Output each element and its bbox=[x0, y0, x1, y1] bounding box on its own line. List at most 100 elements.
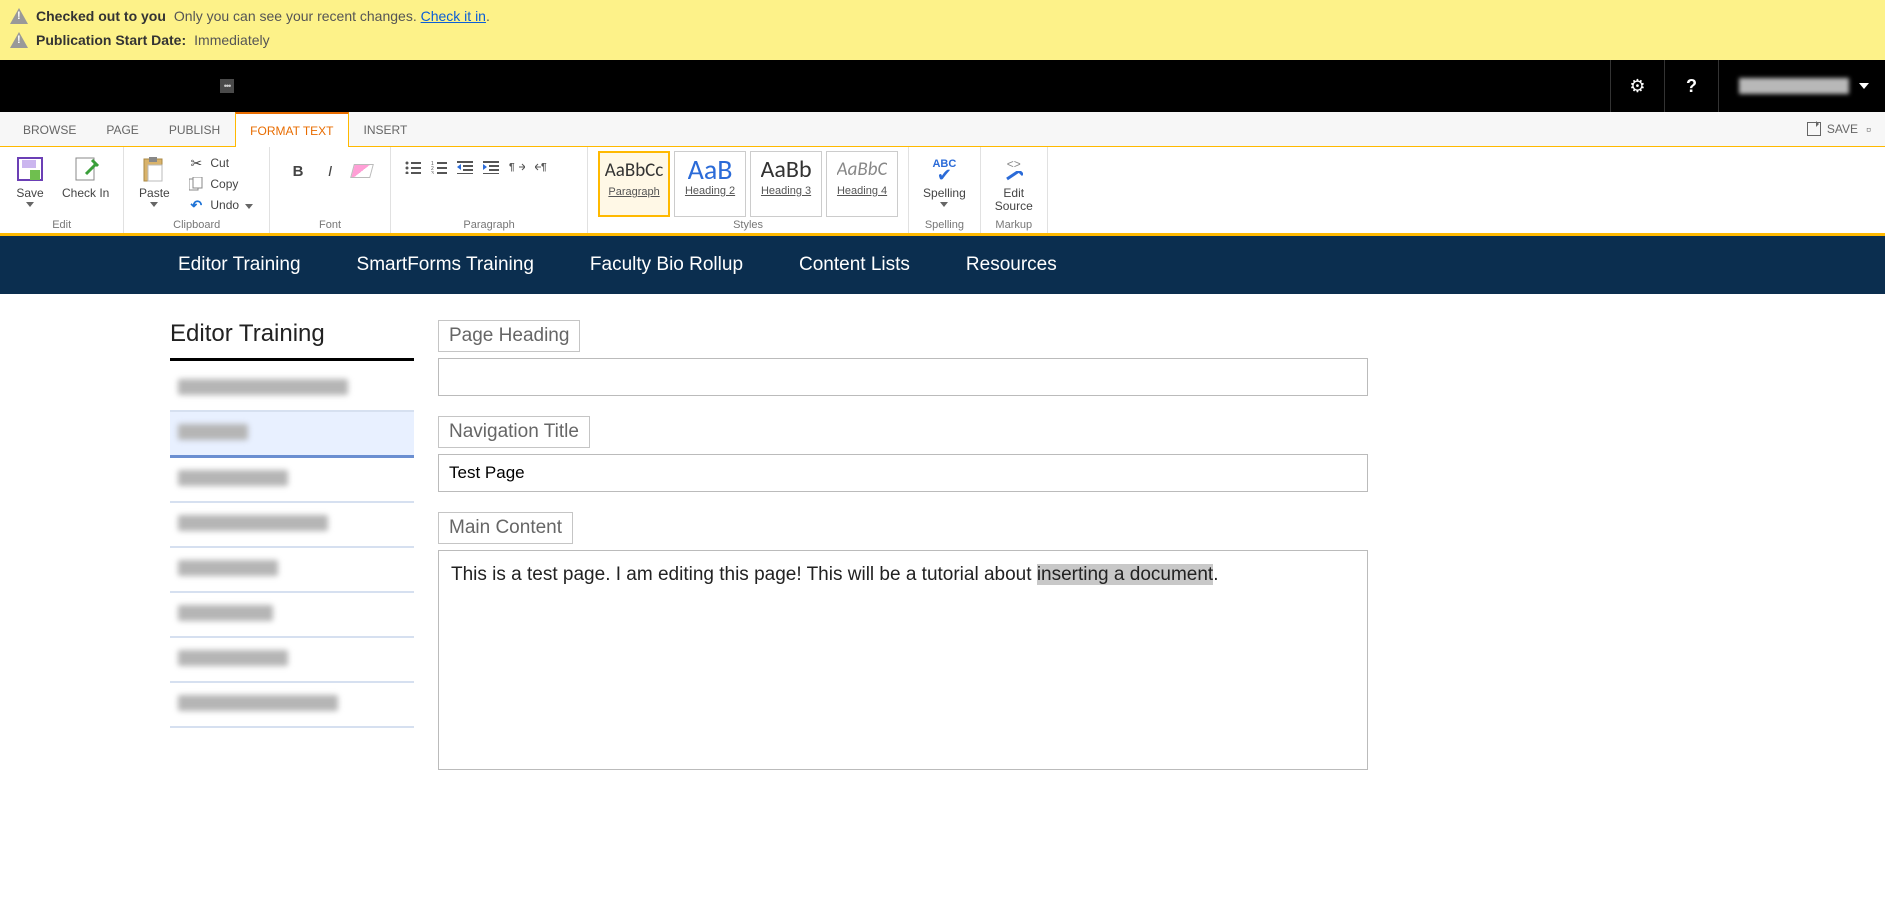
help-icon: ? bbox=[1686, 76, 1697, 97]
sidebar-item[interactable] bbox=[170, 683, 414, 728]
page-heading-label: Page Heading bbox=[438, 320, 580, 352]
chevron-down-icon bbox=[26, 202, 34, 207]
page-heading-input[interactable] bbox=[438, 358, 1368, 396]
outdent-button[interactable] bbox=[453, 157, 477, 177]
ribbon-group-clipboard: Paste ✂ Cut Copy ↶ Undo bbox=[124, 147, 270, 233]
ribbon-tab-browse[interactable]: BROWSE bbox=[8, 112, 91, 146]
checkout-subtext: Only you can see your recent changes. bbox=[174, 8, 417, 24]
ribbon-tab-publish[interactable]: PUBLISH bbox=[154, 112, 235, 146]
nav-item-faculty-bio-rollup[interactable]: Faculty Bio Rollup bbox=[582, 236, 751, 294]
save-label: SAVE bbox=[1827, 122, 1858, 136]
save-button[interactable]: Save bbox=[8, 151, 52, 211]
ribbon-tab-page[interactable]: PAGE bbox=[91, 112, 153, 146]
cut-button[interactable]: ✂ Cut bbox=[184, 153, 257, 173]
sidebar-item-label bbox=[178, 379, 348, 395]
sidebar-item[interactable] bbox=[170, 593, 414, 638]
main-content-editor[interactable]: This is a test page. I am editing this p… bbox=[438, 550, 1368, 770]
sidebar-item-label bbox=[178, 605, 273, 621]
pub-start-label: Publication Start Date: bbox=[36, 32, 186, 48]
italic-button[interactable]: I bbox=[316, 159, 344, 183]
sidebar-item-label bbox=[178, 424, 248, 440]
chevron-down-icon bbox=[150, 202, 158, 207]
spelling-button[interactable]: ABC ✔ Spelling bbox=[917, 151, 972, 211]
ellipsis-icon[interactable]: ••• bbox=[220, 79, 234, 93]
main-content-label: Main Content bbox=[438, 512, 573, 544]
ribbon-group-spelling: ABC ✔ Spelling Spelling bbox=[909, 147, 981, 233]
user-name bbox=[1739, 78, 1849, 94]
sidebar-item[interactable] bbox=[170, 458, 414, 503]
notification-bar: Checked out to you Only you can see your… bbox=[0, 0, 1885, 60]
ribbon-tab-insert[interactable]: INSERT bbox=[349, 112, 423, 146]
source-icon: <> bbox=[998, 155, 1030, 183]
bullets-icon bbox=[405, 160, 421, 174]
navigation-title-label: Navigation Title bbox=[438, 416, 590, 448]
help-button[interactable]: ? bbox=[1664, 60, 1718, 112]
nav-item-editor-training[interactable]: Editor Training bbox=[170, 236, 309, 294]
indent-button[interactable] bbox=[479, 157, 503, 177]
rtl-icon: ¶ bbox=[535, 160, 551, 174]
scissors-icon: ✂ bbox=[188, 155, 204, 171]
chevron-down-icon bbox=[1859, 83, 1869, 89]
sidebar-item-label bbox=[178, 560, 278, 576]
bold-button[interactable]: B bbox=[284, 159, 312, 183]
content-text-selected: inserting a document bbox=[1037, 564, 1213, 585]
copy-button[interactable]: Copy bbox=[184, 174, 257, 194]
clipboard-icon bbox=[138, 155, 170, 183]
nav-item-resources[interactable]: Resources bbox=[958, 236, 1065, 294]
user-menu[interactable] bbox=[1718, 60, 1885, 112]
nav-item-content-lists[interactable]: Content Lists bbox=[791, 236, 918, 294]
style-paragraph[interactable]: AaBbCcParagraph bbox=[598, 151, 670, 217]
numbered-list-button[interactable]: 123 bbox=[427, 157, 451, 177]
sidebar-item[interactable] bbox=[170, 412, 414, 458]
sidebar-item[interactable] bbox=[170, 548, 414, 593]
check-it-in-link[interactable]: Check it in bbox=[421, 8, 486, 24]
ribbon-group-paragraph: 123 ¶ ¶ Paragraph bbox=[391, 147, 588, 233]
ribbon-tab-row: BROWSEPAGEPUBLISHFORMAT TEXTINSERT SAVE … bbox=[0, 112, 1885, 147]
gear-icon: ⚙ bbox=[1629, 76, 1645, 97]
ribbon-group-markup: <> Edit Source Markup bbox=[981, 147, 1048, 233]
paste-button[interactable]: Paste bbox=[132, 151, 176, 211]
main-editor: Page Heading Navigation Title Main Conte… bbox=[438, 294, 1368, 770]
ribbon-group-font: B I Font bbox=[270, 147, 391, 233]
chevron-down-icon bbox=[245, 204, 253, 209]
indent-icon bbox=[483, 160, 499, 174]
chevron-down-icon bbox=[940, 202, 948, 207]
edit-source-button[interactable]: <> Edit Source bbox=[989, 151, 1039, 217]
collapse-ribbon-button[interactable]: ▫ bbox=[1866, 121, 1871, 137]
sidebar-item[interactable] bbox=[170, 367, 414, 412]
settings-button[interactable]: ⚙ bbox=[1610, 60, 1664, 112]
sidebar-item[interactable] bbox=[170, 503, 414, 548]
sidebar-item-label bbox=[178, 515, 328, 531]
svg-text:3: 3 bbox=[431, 171, 434, 174]
style-heading-3[interactable]: AaBbHeading 3 bbox=[750, 151, 822, 217]
style-heading-4[interactable]: AaBbCHeading 4 bbox=[826, 151, 898, 217]
outdent-icon bbox=[457, 160, 473, 174]
clear-formatting-button[interactable] bbox=[348, 159, 376, 183]
ribbon-tab-format-text[interactable]: FORMAT TEXT bbox=[235, 112, 348, 147]
ribbon-toolbar: Save Check In Edit Paste bbox=[0, 147, 1885, 236]
svg-text:¶: ¶ bbox=[541, 162, 547, 173]
undo-button[interactable]: ↶ Undo bbox=[184, 195, 257, 215]
content-text-pre: This is a test page. I am editing this p… bbox=[451, 564, 1037, 585]
nav-item-smartforms-training[interactable]: SmartForms Training bbox=[349, 236, 542, 294]
warning-icon bbox=[10, 8, 28, 24]
rtl-button[interactable]: ¶ bbox=[531, 157, 555, 177]
style-heading-2[interactable]: AaBHeading 2 bbox=[674, 151, 746, 217]
ribbon-group-styles: AaBbCcParagraphAaBHeading 2AaBbHeading 3… bbox=[588, 147, 909, 233]
spellcheck-icon: ABC ✔ bbox=[928, 155, 960, 183]
svg-text:¶: ¶ bbox=[509, 162, 515, 173]
bullet-list-button[interactable] bbox=[401, 157, 425, 177]
ltr-icon: ¶ bbox=[509, 160, 525, 174]
save-disk-icon bbox=[14, 155, 46, 183]
undo-icon: ↶ bbox=[188, 197, 204, 213]
ltr-button[interactable]: ¶ bbox=[505, 157, 529, 177]
sidebar-item[interactable] bbox=[170, 638, 414, 683]
sidebar-item-label bbox=[178, 650, 288, 666]
eraser-icon bbox=[350, 164, 374, 178]
check-in-button[interactable]: Check In bbox=[56, 151, 115, 204]
save-page-button[interactable]: SAVE bbox=[1807, 122, 1858, 136]
save-icon bbox=[1807, 122, 1821, 136]
navigation-title-input[interactable] bbox=[438, 454, 1368, 492]
sidebar: Editor Training bbox=[0, 294, 438, 770]
check-in-icon bbox=[70, 155, 102, 183]
